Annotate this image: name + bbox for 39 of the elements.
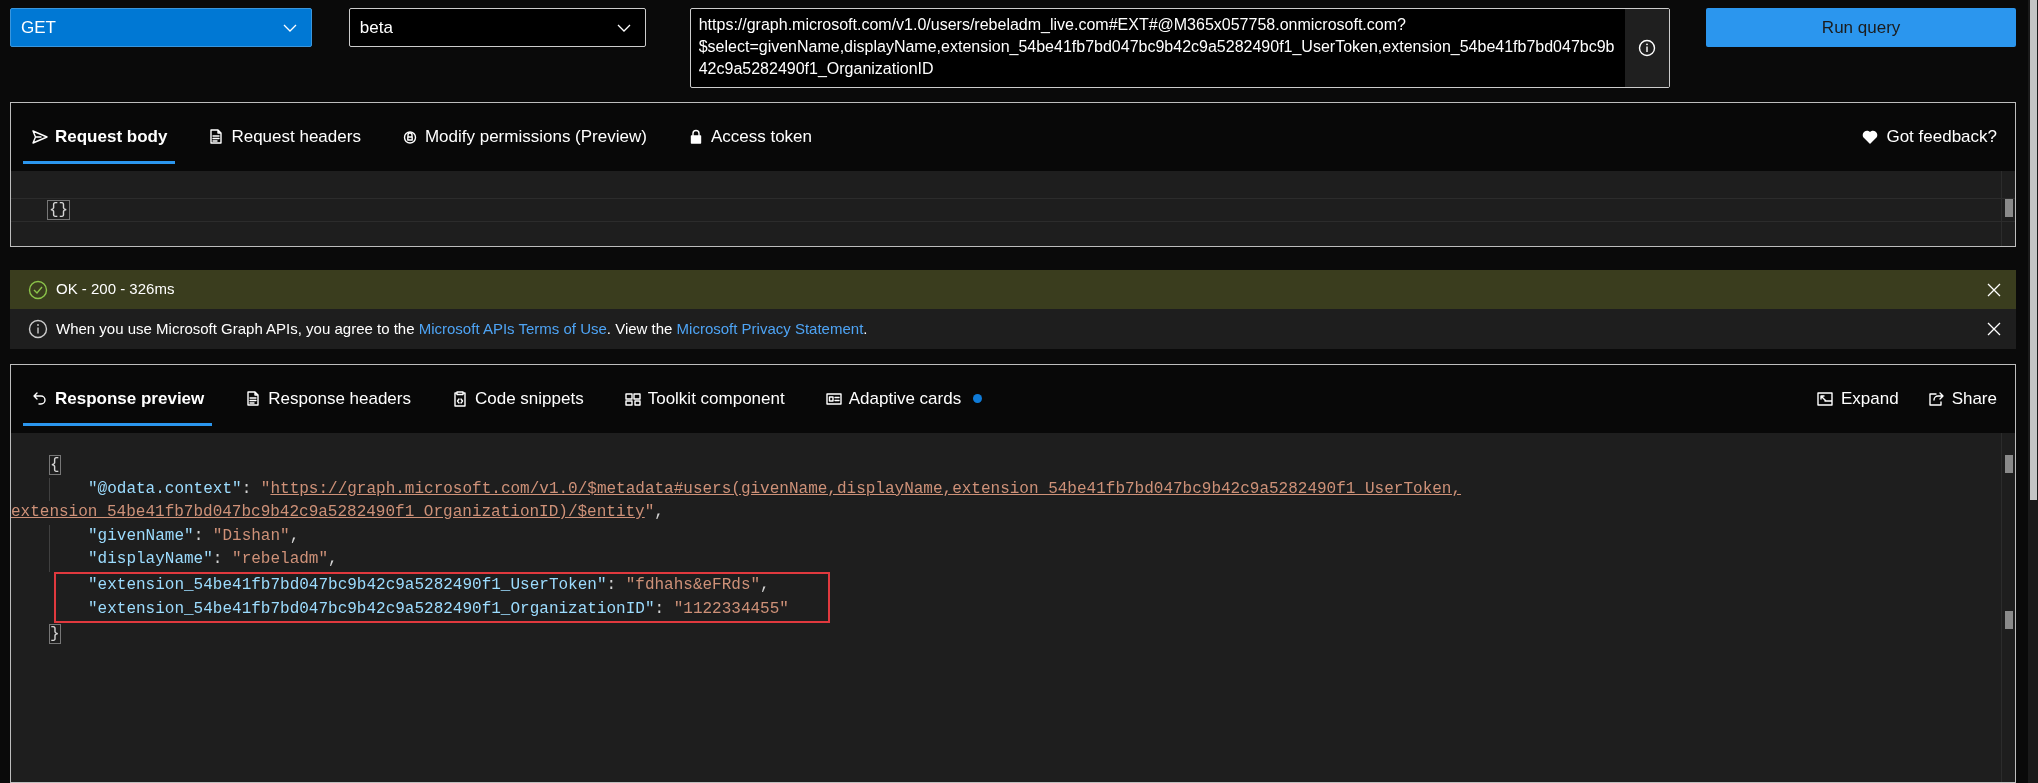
expand-icon [1815,390,1834,408]
url-field[interactable]: https://graph.microsoft.com/v1.0/users/rebeladm_live.com#EXT#@M365x057758.onmicrosoft.com?$select=givenName,displayName,extension_54be41fb7bd047bc9b42c9a5282490f1_UserToken,extension_54be41fb7bd047bc9b42c9a5282490f1_OrganizationID [689,8,1671,88]
notification-dot [973,394,983,403]
code-line: "displayName": "rebeladm", [49,548,338,572]
action-button[interactable]: Share [1920,382,2003,416]
share-icon [1926,390,1945,408]
tab[interactable]: Request headers [199,113,369,165]
code-line: "extension_54be41fb7bd047bc9b42c9a5282490f1_UserToken": "fdhahs&eFRds", [87,574,770,596]
action-button[interactable]: Got feedback? [1855,120,2003,154]
scrollbar-thumb[interactable] [2005,455,2013,473]
method-dropdown[interactable]: GET [10,8,312,47]
request-body-text: {} [47,200,71,220]
check-circle-icon [28,279,48,300]
scrollbar-thumb[interactable] [2005,611,2013,629]
tab[interactable]: Adaptive cards [816,375,991,427]
terms-notice: When you use Microsoft Graph APIs, you agree to the Microsoft APIs Terms of Use. View the Microsoft Privacy Statement. [56,318,868,339]
code-line: extension_54be41fb7bd047bc9b42c9a5282490f1_OrganizationID)/$entity", [11,502,664,524]
tab[interactable]: Modify permissions (Preview) [392,113,655,165]
tab[interactable]: Response headers [236,375,419,427]
code-line: "extension_54be41fb7bd047bc9b42c9a5282490f1_OrganizationID": "1122334455" [87,598,789,620]
code-line: "@odata.context": "https://graph.microsoft.com/v1.0/$metadata#users(givenName,displayName,extension_54be41fb7bd047bc9b42c9a5282490f1_UserToken, [49,477,1462,502]
version-dropdown[interactable]: beta [348,8,646,47]
action-button[interactable]: Expand [1809,382,1905,416]
info-icon[interactable] [1625,9,1670,87]
run-query-button[interactable]: Run query [1706,8,2016,47]
tab[interactable]: Toolkit component [615,375,793,427]
code-line: "givenName": "Dishan", [49,524,300,549]
clipboard-icon [451,389,469,408]
tab[interactable]: Code snippets [443,375,592,427]
tab[interactable]: Access token [678,113,820,165]
tab[interactable]: Response preview [23,375,213,427]
heart-icon [1861,128,1880,146]
scrollbar-thumb[interactable] [2005,199,2013,217]
page-scrollbar-thumb[interactable] [2030,0,2037,500]
status-text: OK - 200 - 326ms [56,279,175,300]
info-icon [28,319,48,339]
send-icon [31,127,49,146]
link[interactable]: Microsoft APIs Terms of Use [418,319,607,337]
tab[interactable]: Request body [23,113,176,165]
